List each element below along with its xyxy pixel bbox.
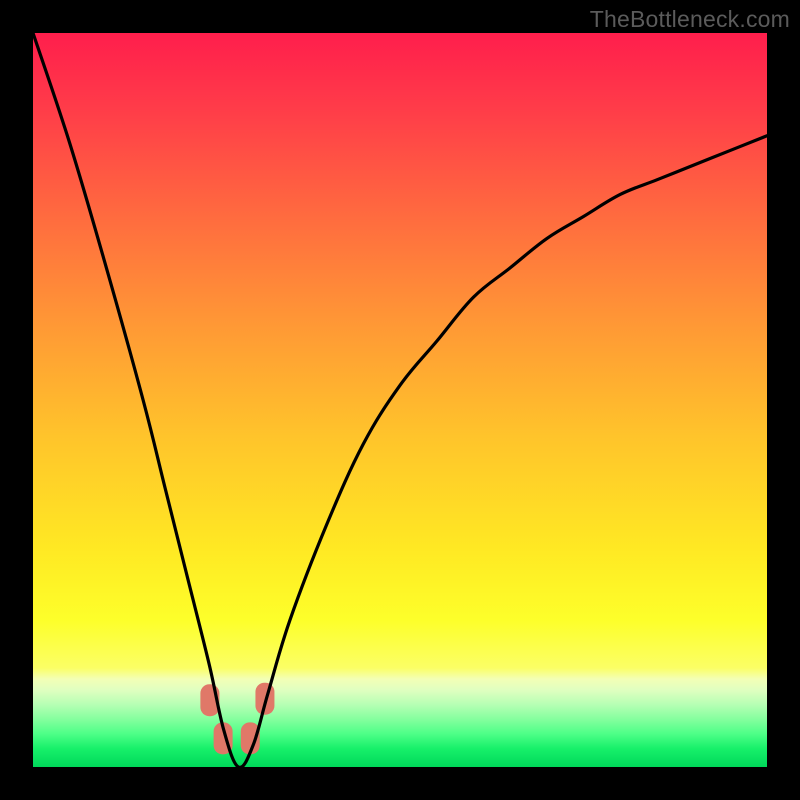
plot-area <box>33 33 767 767</box>
watermark-text: TheBottleneck.com <box>590 6 790 33</box>
chart-frame: TheBottleneck.com <box>0 0 800 800</box>
bottleneck-curve <box>33 33 767 767</box>
curve-layer <box>33 33 767 767</box>
